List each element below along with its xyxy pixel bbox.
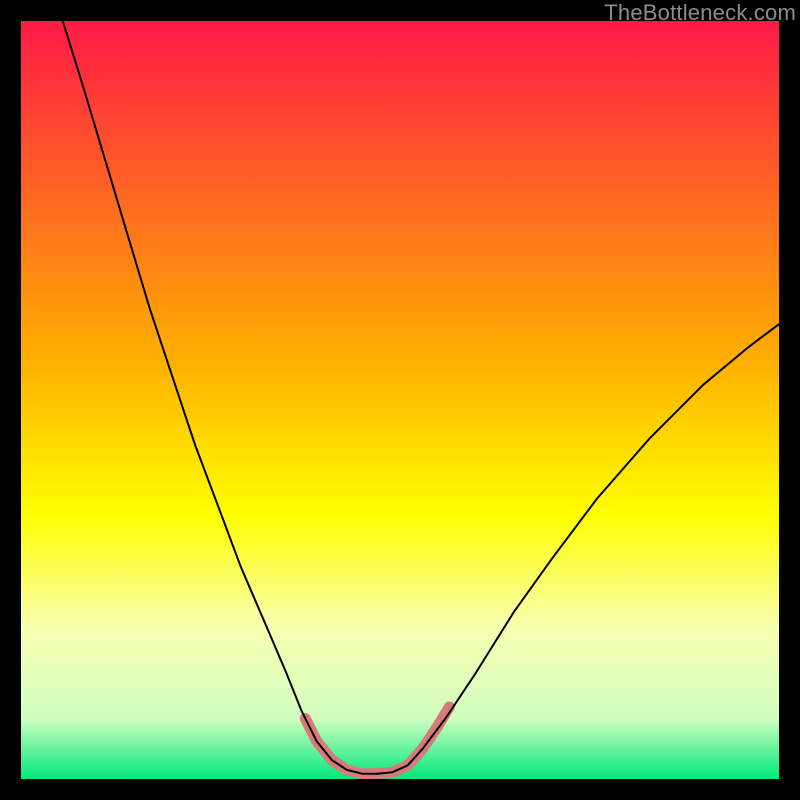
bottleneck-curve-chart — [21, 21, 779, 779]
plot-area — [21, 21, 779, 779]
chart-frame: TheBottleneck.com — [0, 0, 800, 800]
gradient-background — [21, 21, 779, 779]
watermark-label: TheBottleneck.com — [604, 0, 796, 26]
